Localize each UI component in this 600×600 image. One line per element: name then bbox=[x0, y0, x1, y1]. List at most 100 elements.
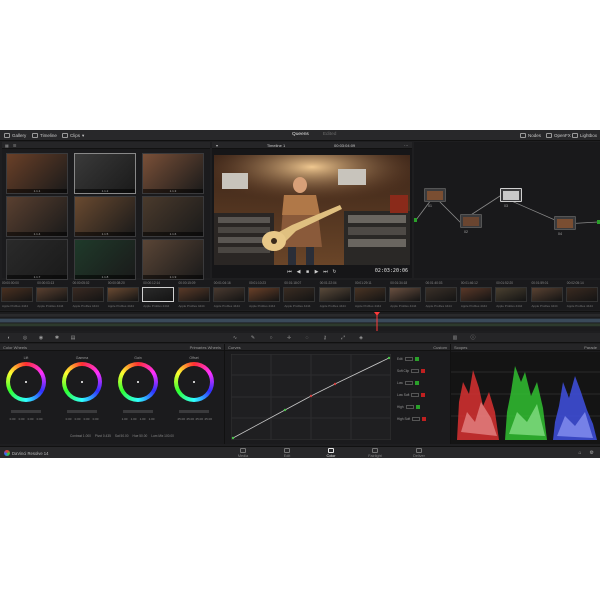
qualifier-icon[interactable]: ✎ bbox=[250, 335, 256, 341]
curve-value-field[interactable] bbox=[411, 368, 420, 373]
key-icon[interactable]: ⚷ bbox=[322, 335, 328, 341]
channel-swatch[interactable] bbox=[414, 380, 419, 385]
play-reverse-icon[interactable]: ◀ bbox=[296, 269, 301, 275]
wheel-value[interactable]: 0.00 bbox=[84, 417, 90, 421]
timeline-clip[interactable]: 00:00:08:20 Apple ProRes 4444 bbox=[106, 280, 140, 310]
loop-icon[interactable]: ↻ bbox=[332, 269, 337, 275]
wheel-value[interactable]: 1.00 bbox=[149, 417, 155, 421]
list-icon[interactable]: ☰ bbox=[13, 143, 17, 148]
gallery-still[interactable]: 1.1.1 bbox=[6, 153, 68, 194]
timeline-clip[interactable]: 00:01:34:18 Apple ProRes 4444 bbox=[388, 280, 422, 310]
color-wheel-lift[interactable]: Lift 0.00 0.00 0.00 0.00 bbox=[4, 356, 48, 421]
wheel-value[interactable]: 25.00 bbox=[196, 417, 204, 421]
curve-value-field[interactable] bbox=[404, 356, 413, 361]
gallery-button[interactable]: Gallery bbox=[4, 132, 26, 139]
lightbox-button[interactable]: Lightbox bbox=[572, 132, 597, 139]
color-wheels-icon[interactable]: ◉ bbox=[38, 335, 44, 341]
wheel-value[interactable]: 25.00 bbox=[205, 417, 213, 421]
rgb-mixer-icon[interactable]: ▤ bbox=[70, 335, 76, 341]
wheel-value[interactable]: 0.00 bbox=[37, 417, 43, 421]
timeline-clip[interactable]: 00:01:29:11 Apple ProRes 4444 bbox=[353, 280, 387, 310]
sizing-icon[interactable]: ⤢ bbox=[340, 335, 346, 341]
timeline-clip[interactable]: 00:01:10:23 Apple ProRes 4444 bbox=[247, 280, 281, 310]
curve-control-row[interactable]: Edit bbox=[397, 356, 419, 361]
clips-button[interactable]: Clips ▾ bbox=[62, 132, 84, 139]
node-02[interactable]: 02 bbox=[460, 214, 482, 234]
node-04[interactable]: 04 bbox=[554, 216, 576, 236]
node-editor[interactable]: 01 02 03 04 bbox=[414, 142, 600, 278]
skip-forward-icon[interactable]: ⏭ bbox=[323, 269, 328, 275]
gallery-still[interactable]: 1.1.8 bbox=[74, 239, 136, 280]
channel-swatch[interactable] bbox=[415, 404, 420, 409]
scopes-icon[interactable]: ▥ bbox=[452, 335, 458, 341]
wheel-ring[interactable] bbox=[62, 362, 102, 402]
channel-swatch[interactable] bbox=[421, 368, 426, 373]
master-wheel-slider[interactable] bbox=[67, 410, 97, 413]
channel-swatch[interactable] bbox=[414, 356, 419, 361]
gallery-still[interactable]: 1.1.9 bbox=[142, 239, 204, 280]
page-tab-media[interactable]: Media bbox=[230, 448, 256, 458]
wheel-center-handle[interactable] bbox=[81, 381, 83, 383]
viewer-frame[interactable] bbox=[214, 155, 410, 265]
curve-value-field[interactable] bbox=[411, 392, 420, 397]
wheel-value[interactable]: 0.00 bbox=[19, 417, 25, 421]
timeline-clip[interactable]: 00:01:59:01 Apple ProRes 4444 bbox=[530, 280, 564, 310]
blur-icon[interactable]: ◌ bbox=[304, 335, 310, 341]
timeline-clip[interactable]: 00:00:05:02 Apple ProRes 4444 bbox=[71, 280, 105, 310]
channel-swatch[interactable] bbox=[421, 392, 426, 397]
master-wheel-slider[interactable] bbox=[179, 410, 209, 413]
wheel-center-handle[interactable] bbox=[137, 381, 139, 383]
wheel-ring[interactable] bbox=[6, 362, 46, 402]
grid-icon[interactable]: ▦ bbox=[5, 143, 9, 148]
gallery-still[interactable]: 1.1.4 bbox=[6, 196, 68, 237]
curve-control-row[interactable]: Low Soft bbox=[397, 392, 426, 397]
timeline-clip[interactable]: 00:01:18:07 Apple ProRes 4444 bbox=[282, 280, 316, 310]
page-tab-color[interactable]: Color bbox=[318, 448, 344, 458]
wheel-value[interactable]: 25.00 bbox=[187, 417, 195, 421]
timeline-clip[interactable]: 00:02:05:14 Apple ProRes 4444 bbox=[565, 280, 599, 310]
curve-control-row[interactable]: High bbox=[397, 404, 420, 409]
gallery-still[interactable]: 1.1.7 bbox=[6, 239, 68, 280]
curve-value-field[interactable] bbox=[412, 416, 421, 421]
curve-control-row[interactable]: Soft Clip bbox=[397, 368, 426, 373]
tracker-icon[interactable]: ✛ bbox=[286, 335, 292, 341]
gallery-still[interactable]: 1.1.5 bbox=[74, 196, 136, 237]
curve-control-row[interactable]: High Soft bbox=[397, 416, 427, 421]
gallery-still[interactable]: 1.1.6 bbox=[142, 196, 204, 237]
adjustment-value[interactable]: Lum Mix 100.00 bbox=[151, 434, 174, 438]
timeline-clip[interactable]: 00:00:15:09 Apple ProRes 4444 bbox=[177, 280, 211, 310]
settings-icon[interactable]: ⚙ bbox=[590, 450, 594, 456]
wheel-value[interactable]: 1.00 bbox=[131, 417, 137, 421]
curve-value-field[interactable] bbox=[405, 404, 414, 409]
adjustment-value[interactable]: Pivot 0.435 bbox=[95, 434, 111, 438]
wheel-value[interactable]: 1.00 bbox=[122, 417, 128, 421]
timeline-clip[interactable]: 00:01:40:03 Apple ProRes 4444 bbox=[424, 280, 458, 310]
viewer-options-icon[interactable]: ⋯ bbox=[404, 143, 408, 148]
timeline-clip[interactable]: 00:01:46:12 Apple ProRes 4444 bbox=[459, 280, 493, 310]
play-icon[interactable]: ▶ bbox=[314, 269, 319, 275]
openfx-button[interactable]: OpenFX bbox=[546, 132, 571, 139]
curve-graph[interactable] bbox=[231, 354, 391, 440]
curves-icon[interactable]: ∿ bbox=[232, 335, 238, 341]
info-icon[interactable]: ⓘ bbox=[470, 335, 476, 341]
nodes-button[interactable]: Nodes bbox=[520, 132, 541, 139]
wheel-ring[interactable] bbox=[118, 362, 158, 402]
gallery-still[interactable]: 1.1.2 bbox=[74, 153, 136, 194]
hdr-icon[interactable]: ✱ bbox=[54, 335, 60, 341]
wheel-value[interactable]: 0.00 bbox=[28, 417, 34, 421]
home-icon[interactable]: ⌂ bbox=[578, 450, 581, 456]
wheel-value[interactable]: 0.00 bbox=[93, 417, 99, 421]
curve-control-row[interactable]: Low bbox=[397, 380, 419, 385]
timeline-button[interactable]: Timeline bbox=[32, 132, 57, 139]
wheel-value[interactable]: 1.00 bbox=[140, 417, 146, 421]
mini-timeline[interactable] bbox=[0, 311, 600, 331]
node-01[interactable]: 01 bbox=[424, 188, 446, 208]
wheel-value[interactable]: 0.00 bbox=[75, 417, 81, 421]
page-tab-fairlight[interactable]: Fairlight bbox=[362, 448, 388, 458]
wheel-center-handle[interactable] bbox=[193, 381, 195, 383]
timeline-name[interactable]: Timeline 1 bbox=[267, 143, 285, 148]
color-wheel-gamma[interactable]: Gamma 0.00 0.00 0.00 0.00 bbox=[60, 356, 104, 421]
window-icon[interactable]: ○ bbox=[268, 335, 274, 341]
zoom-menu[interactable]: ▾ bbox=[216, 143, 218, 148]
timeline-clip[interactable]: 00:00:03:13 Apple ProRes 4444 bbox=[35, 280, 69, 310]
